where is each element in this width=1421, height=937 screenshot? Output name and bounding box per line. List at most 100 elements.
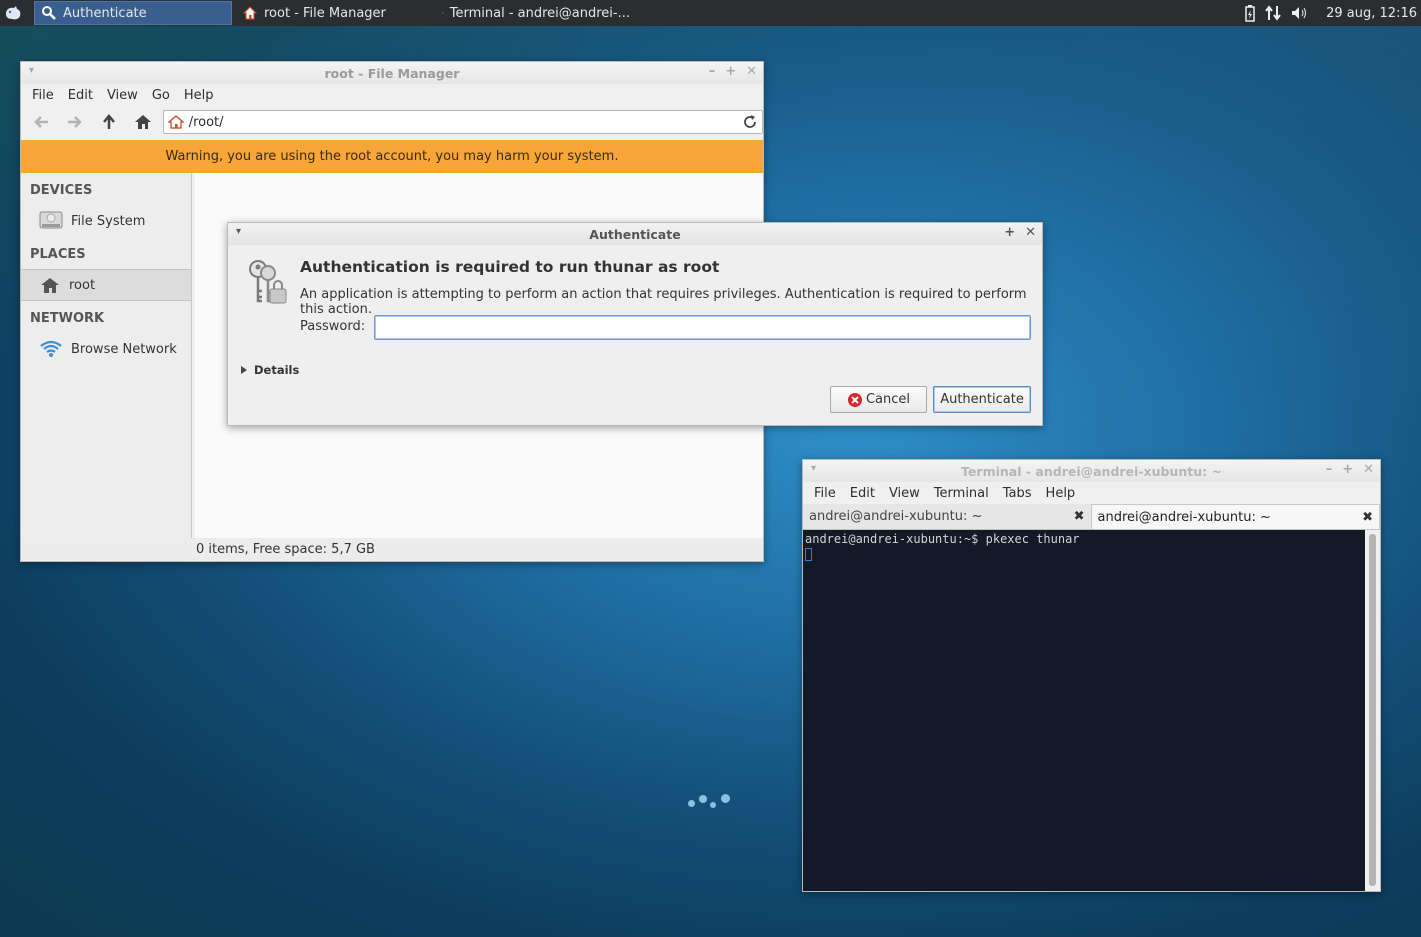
- sidebar-item-file-system[interactable]: File System: [21, 205, 191, 237]
- home-icon: [242, 6, 258, 20]
- status-text: 0 items, Free space: 5,7 GB: [196, 541, 375, 557]
- cancel-button[interactable]: Cancel: [830, 386, 927, 413]
- window-menu-icon[interactable]: ▾: [29, 65, 34, 76]
- top-panel: Authenticate root - File Manager Termina…: [0, 0, 1421, 26]
- menu-go[interactable]: Go: [145, 88, 177, 103]
- authenticate-label: Authenticate: [940, 392, 1024, 407]
- menu-edit[interactable]: Edit: [61, 88, 100, 103]
- close-icon[interactable]: ✕: [1025, 225, 1036, 240]
- root-warning-bar: Warning, you are using the root account,…: [21, 140, 763, 173]
- menu-edit[interactable]: Edit: [843, 486, 882, 501]
- taskbar-item-label: Terminal - andrei@andrei-...: [449, 5, 630, 21]
- hard-drive-icon: [39, 211, 63, 229]
- home-icon: [41, 278, 59, 293]
- terminal-tabs: andrei@andrei-xubuntu: ~ ✖ andrei@andrei…: [803, 504, 1380, 530]
- home-button[interactable]: [129, 109, 157, 135]
- key-search-icon: [42, 6, 56, 20]
- xfce-mouse-icon: [6, 6, 21, 20]
- warning-text: Warning, you are using the root account,…: [165, 149, 619, 164]
- menu-view[interactable]: View: [100, 88, 145, 103]
- terminal-tab-2[interactable]: andrei@andrei-xubuntu: ~ ✖: [1091, 504, 1380, 529]
- arrow-right-icon: [67, 116, 82, 128]
- file-manager-toolbar: /root/: [21, 106, 763, 138]
- details-expander[interactable]: Details: [240, 363, 299, 377]
- side-pane: DEVICES File System PLACES root NETWORK: [21, 173, 192, 538]
- file-manager-menubar: File Edit View Go Help: [21, 84, 763, 106]
- terminal-menubar: File Edit View Terminal Tabs Help: [803, 482, 1380, 504]
- cancel-label: Cancel: [865, 392, 911, 407]
- wifi-icon: [40, 340, 62, 357]
- arrow-up-icon: [102, 114, 115, 129]
- window-title: Terminal - andrei@andrei-xubuntu: ~: [961, 463, 1222, 479]
- loading-spinner-icon: [688, 792, 732, 812]
- arrow-left-icon: [34, 116, 48, 128]
- triangle-right-icon: [241, 366, 247, 374]
- tab-label: andrei@andrei-xubuntu: ~: [1097, 509, 1271, 525]
- sidebar-item-label: root: [69, 277, 96, 293]
- maximize-icon[interactable]: +: [725, 64, 736, 79]
- network-header: NETWORK: [30, 311, 105, 326]
- close-icon[interactable]: ✕: [746, 64, 757, 79]
- scrollbar-thumb[interactable]: [1369, 534, 1376, 886]
- dialog-description: An application is attempting to perform …: [300, 287, 1027, 317]
- battery-icon[interactable]: [1244, 4, 1256, 22]
- maximize-icon[interactable]: +: [1342, 462, 1353, 477]
- menu-tabs[interactable]: Tabs: [996, 486, 1039, 501]
- terminal-line: andrei@andrei-xubuntu:~$ pkexec thunar: [805, 532, 1080, 546]
- sidebar-item-label: Browse Network: [71, 341, 177, 357]
- minimize-icon[interactable]: –: [709, 64, 716, 79]
- statusbar: 0 items, Free space: 5,7 GB: [21, 538, 763, 560]
- sidebar-item-browse-network[interactable]: Browse Network: [21, 333, 191, 365]
- tab-label: andrei@andrei-xubuntu: ~: [809, 509, 983, 524]
- taskbar-item-label: root - File Manager: [264, 5, 386, 21]
- terminal-tab-1[interactable]: andrei@andrei-xubuntu: ~ ✖: [803, 504, 1092, 529]
- taskbar-item-terminal[interactable]: Terminal - andrei@andrei-...: [436, 1, 636, 25]
- back-button[interactable]: [27, 109, 55, 135]
- dialog-title: Authenticate: [589, 226, 681, 242]
- file-manager-titlebar[interactable]: ▾ root - File Manager – + ✕: [21, 62, 763, 84]
- details-label: Details: [254, 363, 300, 377]
- cancel-icon: [847, 392, 862, 407]
- window-menu-icon[interactable]: ▾: [236, 226, 241, 237]
- menu-help[interactable]: Help: [1039, 486, 1083, 501]
- dialog-titlebar[interactable]: ▾ Authenticate + ✕: [228, 223, 1042, 245]
- tab-close-icon[interactable]: ✖: [1074, 509, 1085, 524]
- menu-file[interactable]: File: [25, 88, 61, 103]
- close-icon[interactable]: ✕: [1363, 462, 1374, 477]
- terminal-screen[interactable]: andrei@andrei-xubuntu:~$ pkexec thunar: [803, 530, 1366, 891]
- menu-terminal[interactable]: Terminal: [927, 486, 996, 501]
- system-tray: 29 aug, 12:16: [1244, 0, 1421, 26]
- authenticate-dialog: ▾ Authenticate + ✕ Authentication is req…: [227, 222, 1043, 426]
- devices-header: DEVICES: [30, 183, 93, 198]
- taskbar-item-file-manager[interactable]: root - File Manager: [236, 1, 436, 25]
- terminal-cursor: [805, 548, 812, 561]
- terminal-titlebar[interactable]: ▾ Terminal - andrei@andrei-xubuntu: ~ – …: [803, 460, 1380, 482]
- xfce-menu-button[interactable]: [0, 0, 26, 26]
- keys-icon: [249, 260, 287, 304]
- maximize-icon[interactable]: +: [1004, 225, 1015, 240]
- terminal-scrollbar[interactable]: [1365, 530, 1380, 891]
- taskbar-item-label: Authenticate: [63, 5, 147, 21]
- volume-icon[interactable]: [1290, 4, 1310, 22]
- forward-button[interactable]: [61, 109, 89, 135]
- sidebar-item-root[interactable]: root: [21, 269, 191, 301]
- menu-help[interactable]: Help: [177, 88, 221, 103]
- clock[interactable]: 29 aug, 12:16: [1326, 6, 1417, 21]
- window-menu-icon[interactable]: ▾: [811, 463, 816, 474]
- reload-icon[interactable]: [742, 114, 758, 130]
- menu-view[interactable]: View: [882, 486, 927, 501]
- dialog-heading: Authentication is required to run thunar…: [300, 258, 720, 276]
- location-bar[interactable]: /root/: [162, 110, 763, 134]
- password-label: Password:: [300, 319, 366, 334]
- parent-folder-button[interactable]: [95, 109, 123, 135]
- minimize-icon[interactable]: –: [1326, 462, 1333, 477]
- network-updown-icon[interactable]: [1264, 4, 1282, 22]
- menu-file[interactable]: File: [807, 486, 843, 501]
- password-field[interactable]: [374, 315, 1031, 340]
- sidebar-item-label: File System: [71, 213, 146, 229]
- taskbar-item-authenticate[interactable]: Authenticate: [34, 1, 232, 25]
- terminal-icon: [442, 12, 444, 14]
- authenticate-button[interactable]: Authenticate: [933, 386, 1031, 413]
- tab-close-icon[interactable]: ✖: [1362, 510, 1373, 525]
- window-title: root - File Manager: [324, 65, 460, 81]
